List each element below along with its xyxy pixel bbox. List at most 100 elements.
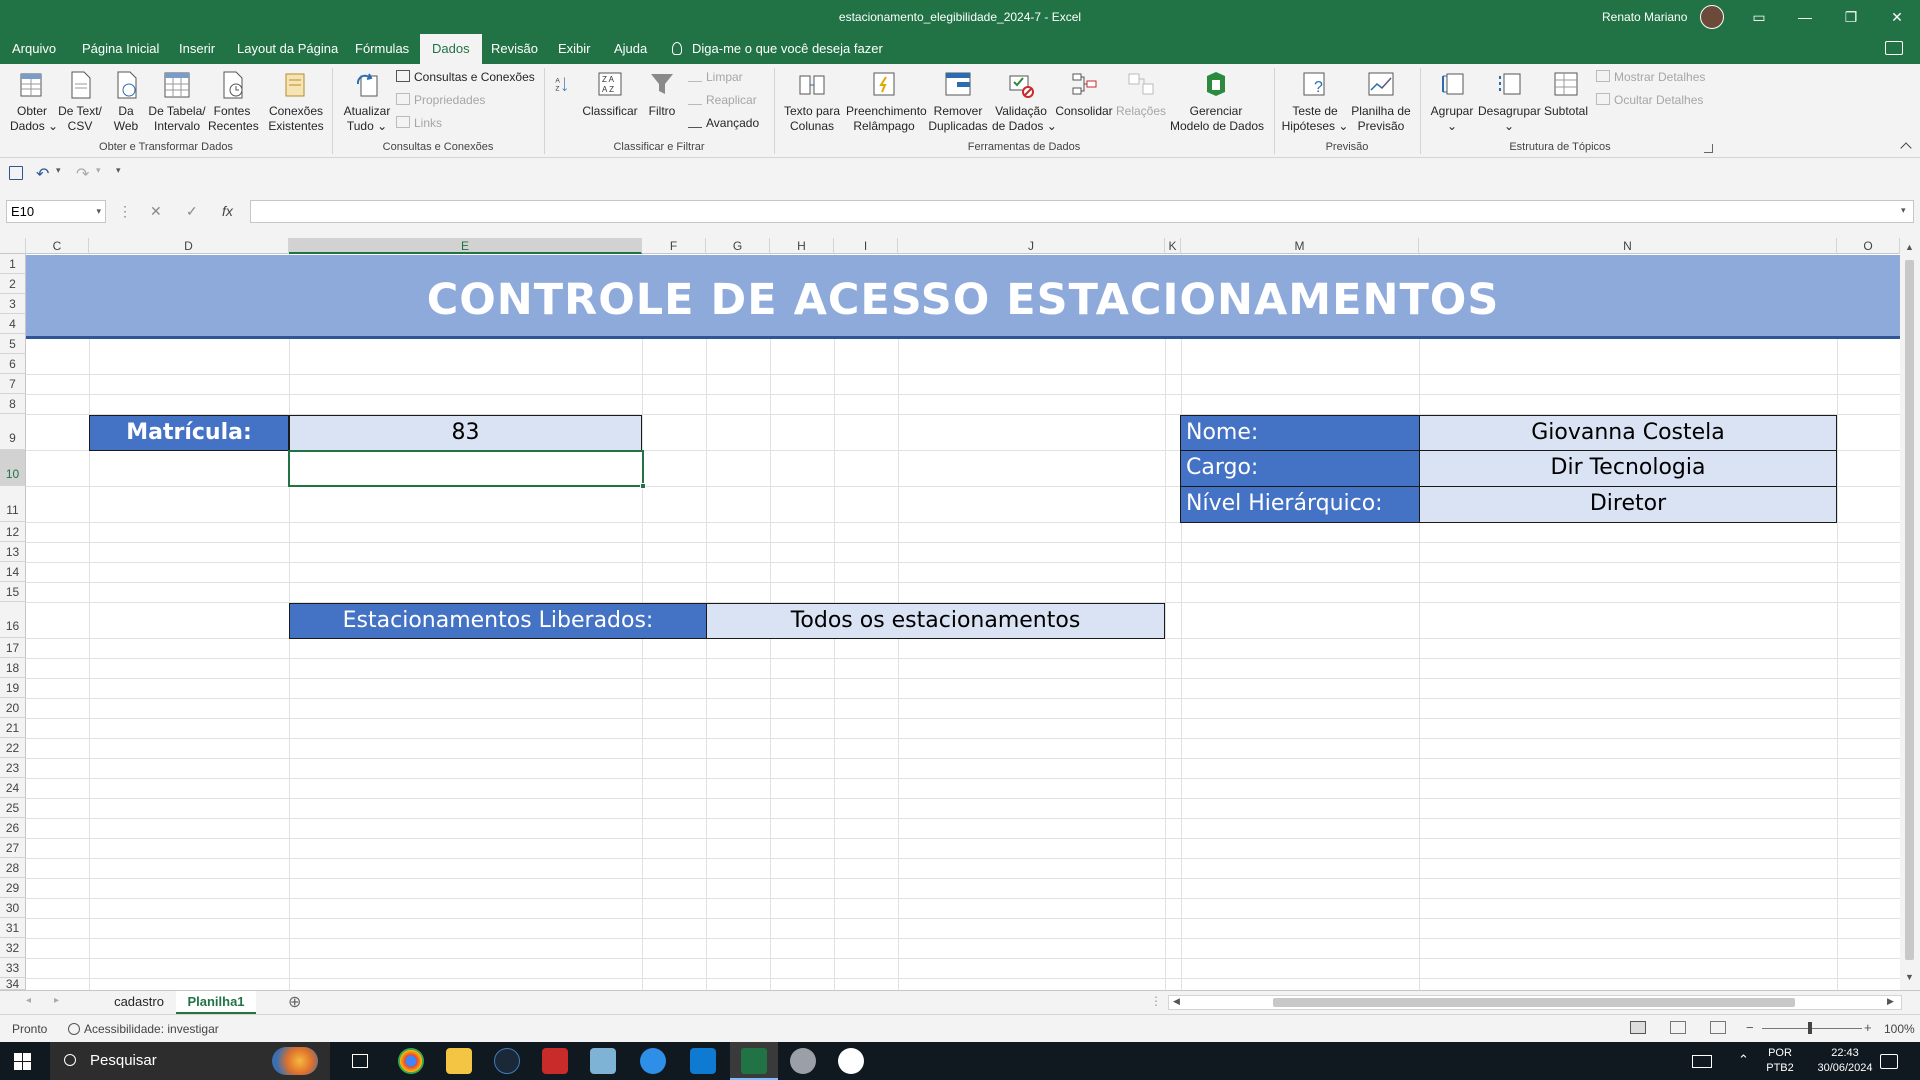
close-button[interactable]: ✕ [1874,0,1920,34]
name-box[interactable]: E10 ▾ [6,200,106,223]
file-explorer-icon[interactable] [446,1048,472,1074]
mostrar-detalhes-button[interactable]: Mostrar Detalhes [1596,68,1705,86]
row-header[interactable]: 25 [0,798,26,818]
row-header[interactable]: 28 [0,858,26,878]
sort-az-button[interactable]: AZ [552,68,576,104]
column-header-d[interactable]: D [89,238,289,254]
cargo-value-cell[interactable]: Dir Tecnologia [1419,450,1837,487]
tab-formulas[interactable]: Fórmulas [355,34,409,64]
tab-inserir[interactable]: Inserir [179,34,215,64]
nivel-hierarquico-label-cell[interactable]: Nível Hierárquico: [1180,486,1420,523]
fontes-recentes-button[interactable]: Fontes Recentes [208,68,259,134]
row-header[interactable]: 4 [0,314,26,334]
row-header[interactable]: 1 [0,254,26,274]
notifications-icon[interactable] [1880,1054,1898,1069]
gerenciar-modelo-dados-button[interactable]: Gerenciar Modelo de Dados [1170,68,1264,134]
preenchimento-relampago-button[interactable]: Preenchimento Relâmpago [846,68,927,134]
minimize-button[interactable]: — [1782,0,1828,34]
chevron-down-icon[interactable]: ▾ [96,201,101,222]
column-header-f[interactable]: F [642,238,706,254]
column-header-i[interactable]: I [834,238,898,254]
select-all-corner[interactable] [0,238,26,254]
nome-label-cell[interactable]: Nome: [1180,415,1420,451]
docker-icon[interactable] [640,1048,666,1074]
tab-layout-pagina[interactable]: Layout da Página [237,34,338,64]
column-header-n[interactable]: N [1419,238,1837,254]
input-language[interactable]: POR PTB2 [1760,1046,1800,1076]
teste-hipoteses-button[interactable]: ? Teste de Hipóteses ⌄ [1280,68,1350,134]
row-header[interactable]: 5 [0,334,26,354]
propriedades-button[interactable]: Propriedades [396,91,485,109]
matricula-label-cell[interactable]: Matrícula: [89,415,289,451]
column-header-o[interactable]: O [1837,238,1900,254]
row-header[interactable]: 7 [0,374,26,394]
reaplicar-button[interactable]: Reaplicar [688,91,757,109]
row-header[interactable]: 31 [0,918,26,938]
de-tabela-intervalo-button[interactable]: De Tabela/ Intervalo [148,68,206,134]
estacionamentos-liberados-value-cell[interactable]: Todos os estacionamentos [706,603,1165,639]
row-header[interactable]: 18 [0,658,26,678]
agrupar-button[interactable]: Agrupar ⌄ [1426,68,1478,134]
insert-function-icon[interactable]: fx [222,200,233,223]
scroll-down-icon[interactable]: ▼ [1905,972,1914,982]
page-title-banner[interactable]: CONTROLE DE ACESSO ESTACIONAMENTOS [26,255,1900,339]
keyboard-icon[interactable] [1692,1055,1712,1068]
row-header[interactable]: 15 [0,582,26,602]
vscode-icon[interactable] [690,1048,716,1074]
dialog-launcher-icon[interactable] [1704,144,1713,153]
da-web-button[interactable]: Da Web [110,68,142,134]
row-header[interactable]: 16 [0,602,26,638]
comments-icon[interactable] [1885,41,1903,55]
consolidar-button[interactable]: Consolidar [1054,68,1114,119]
estacionamentos-liberados-label-cell[interactable]: Estacionamentos Liberados: [289,603,707,639]
row-header[interactable]: 9 [0,414,26,450]
cancel-entry-icon[interactable]: ✕ [150,200,162,223]
column-header-c[interactable]: C [26,238,89,254]
scroll-up-icon[interactable]: ▲ [1905,242,1914,252]
steam-icon[interactable] [494,1048,520,1074]
horizontal-scrollbar[interactable]: ◀ ▶ [1168,995,1902,1010]
column-header-k[interactable]: K [1165,238,1181,254]
matricula-input-cell[interactable]: 83 [289,415,642,451]
add-sheet-button[interactable]: ⊕ [288,992,301,1012]
tab-split-handle[interactable]: ⋮ [1150,994,1162,1008]
scroll-left-icon[interactable]: ◀ [1173,996,1180,1007]
sheet-tab-cadastro[interactable]: cadastro [104,991,174,1014]
zoom-slider[interactable] [1762,1028,1862,1029]
tab-dados[interactable]: Dados [420,34,482,64]
voicemeeter-icon[interactable] [542,1048,568,1074]
subtotal-button[interactable]: Subtotal [1540,68,1592,119]
vertical-scrollbar[interactable]: ▲ ▼ [1900,238,1920,990]
cargo-label-cell[interactable]: Cargo: [1180,450,1420,487]
tab-pagina-inicial[interactable]: Página Inicial [82,34,159,64]
row-header[interactable]: 34 [0,978,26,990]
zoom-level[interactable]: 100% [1884,1022,1915,1036]
accessibility-status[interactable]: Acessibilidade: investigar [68,1022,219,1036]
row-header[interactable]: 17 [0,638,26,658]
formula-input[interactable] [250,200,1914,223]
page-break-view-icon[interactable] [1710,1021,1726,1034]
show-hidden-icons[interactable]: ⌃ [1738,1052,1749,1068]
validacao-dados-button[interactable]: Validação de Dados ⌄ [992,68,1057,134]
texto-para-colunas-button[interactable]: Texto para Colunas [782,68,842,134]
row-header[interactable]: 21 [0,718,26,738]
atualizar-tudo-button[interactable]: Atualizar Tudo ⌄ [342,68,392,134]
row-header[interactable]: 33 [0,958,26,978]
row-header[interactable]: 24 [0,778,26,798]
collapse-ribbon-icon[interactable] [1900,142,1912,154]
row-header[interactable]: 20 [0,698,26,718]
column-header-h[interactable]: H [770,238,834,254]
excel-taskbar-active[interactable] [730,1042,778,1080]
maximize-button[interactable]: ❐ [1828,0,1874,34]
row-header[interactable]: 6 [0,354,26,374]
row-header[interactable]: 29 [0,878,26,898]
horizontal-scroll-thumb[interactable] [1273,998,1795,1007]
column-header-g[interactable]: G [706,238,770,254]
de-text-csv-button[interactable]: De Text/ CSV [58,68,102,134]
desagrupar-button[interactable]: Desagrupar ⌄ [1478,68,1541,134]
app-icon[interactable] [790,1048,816,1074]
row-header[interactable]: 2 [0,274,26,294]
row-header[interactable]: 11 [0,486,26,522]
row-header[interactable]: 14 [0,562,26,582]
column-header-j[interactable]: J [898,238,1165,254]
